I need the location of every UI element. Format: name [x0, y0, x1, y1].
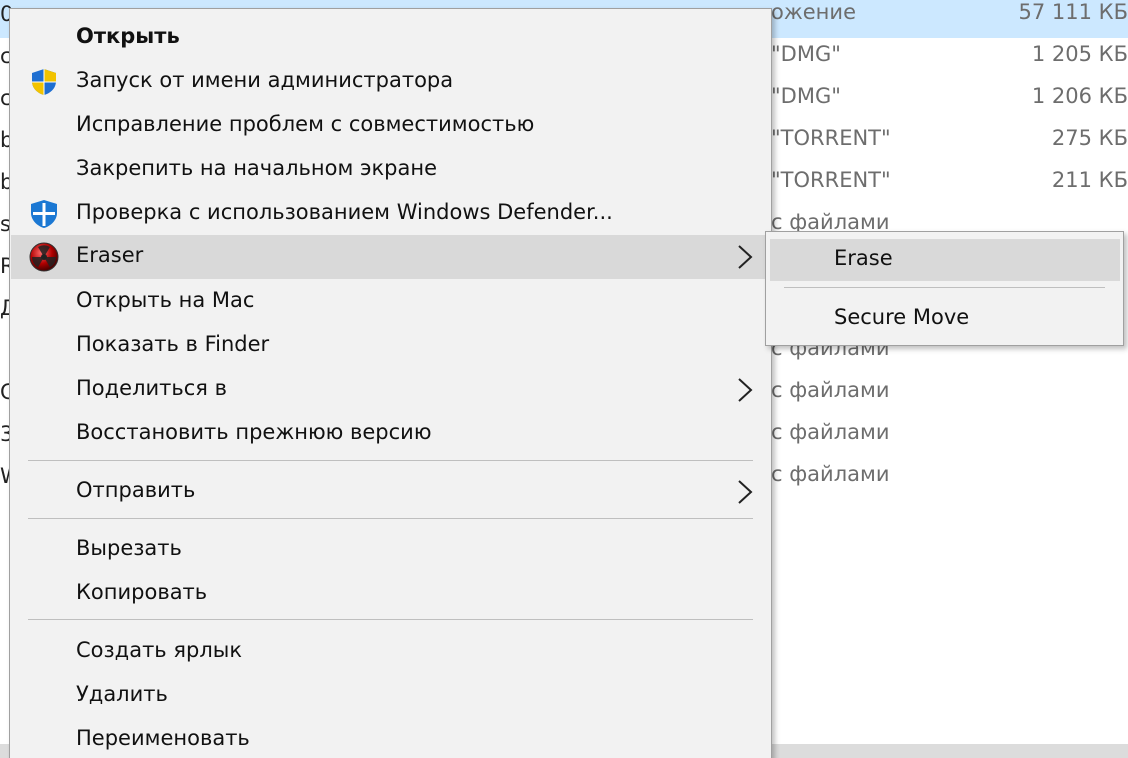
- menu-item-defender-scan[interactable]: Проверка с использованием Windows Defend…: [11, 192, 771, 236]
- chevron-right-icon: [733, 479, 757, 505]
- menu-item-label: Запуск от имени администратора: [76, 68, 454, 92]
- file-type: "TORRENT": [771, 168, 891, 192]
- chevron-right-icon: [733, 244, 757, 270]
- submenu-item-secure-move[interactable]: Secure Move: [770, 298, 1120, 340]
- submenu-separator: [784, 287, 1105, 288]
- menu-item-troubleshoot-compatibility[interactable]: Исправление проблем с совместимостью: [11, 104, 771, 148]
- menu-item-send-to[interactable]: Отправить: [11, 470, 771, 514]
- menu-item-label: Исправление проблем с совместимостью: [76, 112, 535, 136]
- menu-item-restore-previous-version[interactable]: Восстановить прежнюю версию: [11, 412, 771, 456]
- submenu-item-erase[interactable]: Erase: [770, 239, 1120, 281]
- menu-item-label: Переименовать: [76, 726, 250, 750]
- submenu-item-label: Erase: [834, 246, 893, 270]
- file-type: с файлами: [771, 462, 890, 486]
- menu-item-label: Поделиться в: [76, 376, 227, 400]
- menu-item-label: Удалить: [76, 682, 168, 706]
- menu-item-label: Открыть на Mac: [76, 288, 255, 312]
- menu-item-open-on-mac[interactable]: Открыть на Mac: [11, 280, 771, 324]
- menu-item-label: Показать в Finder: [76, 332, 270, 356]
- context-menu: Открыть Запуск от имени администратора И…: [9, 8, 772, 758]
- menu-item-run-as-admin[interactable]: Запуск от имени администратора: [11, 60, 771, 104]
- menu-item-rename[interactable]: Переименовать: [11, 718, 771, 758]
- file-size: 275 КБ: [1051, 126, 1128, 150]
- file-size: 1 206 КБ: [1031, 84, 1128, 108]
- file-type: с файлами: [771, 378, 890, 402]
- menu-item-eraser[interactable]: Eraser: [11, 235, 771, 279]
- menu-item-copy[interactable]: Копировать: [11, 572, 771, 616]
- chevron-right-icon: [733, 377, 757, 403]
- menu-item-label: Закрепить на начальном экране: [76, 156, 438, 180]
- menu-item-label: Восстановить прежнюю версию: [76, 420, 432, 444]
- file-type: "DMG": [771, 42, 841, 66]
- menu-item-label: Создать ярлык: [76, 638, 243, 662]
- menu-item-open[interactable]: Открыть: [11, 16, 771, 60]
- file-type: "DMG": [771, 84, 841, 108]
- menu-item-label: Проверка с использованием Windows Defend…: [76, 200, 613, 224]
- file-type: ожение: [771, 0, 856, 24]
- menu-separator: [28, 619, 753, 620]
- menu-item-share[interactable]: Поделиться в: [11, 368, 771, 412]
- menu-item-delete[interactable]: Удалить: [11, 674, 771, 718]
- menu-separator: [28, 518, 753, 519]
- windows-defender-icon: [29, 199, 59, 229]
- submenu-item-label: Secure Move: [834, 305, 970, 329]
- eraser-icon: [29, 242, 59, 272]
- menu-item-label: Открыть: [76, 24, 180, 48]
- eraser-submenu: Erase Secure Move: [765, 231, 1124, 346]
- file-type: с файлами: [771, 420, 890, 444]
- file-type: "TORRENT": [771, 126, 891, 150]
- menu-item-create-shortcut[interactable]: Создать ярлык: [11, 630, 771, 674]
- uac-shield-icon: [29, 67, 59, 97]
- menu-item-label: Копировать: [76, 580, 208, 604]
- menu-separator: [28, 460, 753, 461]
- menu-item-label: Eraser: [76, 243, 144, 267]
- file-size: 57 111 КБ: [1018, 0, 1128, 24]
- menu-item-show-in-finder[interactable]: Показать в Finder: [11, 324, 771, 368]
- file-size: 1 205 КБ: [1031, 42, 1128, 66]
- file-size: 211 КБ: [1051, 168, 1128, 192]
- menu-item-pin-to-start[interactable]: Закрепить на начальном экране: [11, 148, 771, 192]
- menu-item-label: Отправить: [76, 478, 196, 502]
- menu-item-label: Вырезать: [76, 536, 182, 560]
- menu-item-cut[interactable]: Вырезать: [11, 528, 771, 572]
